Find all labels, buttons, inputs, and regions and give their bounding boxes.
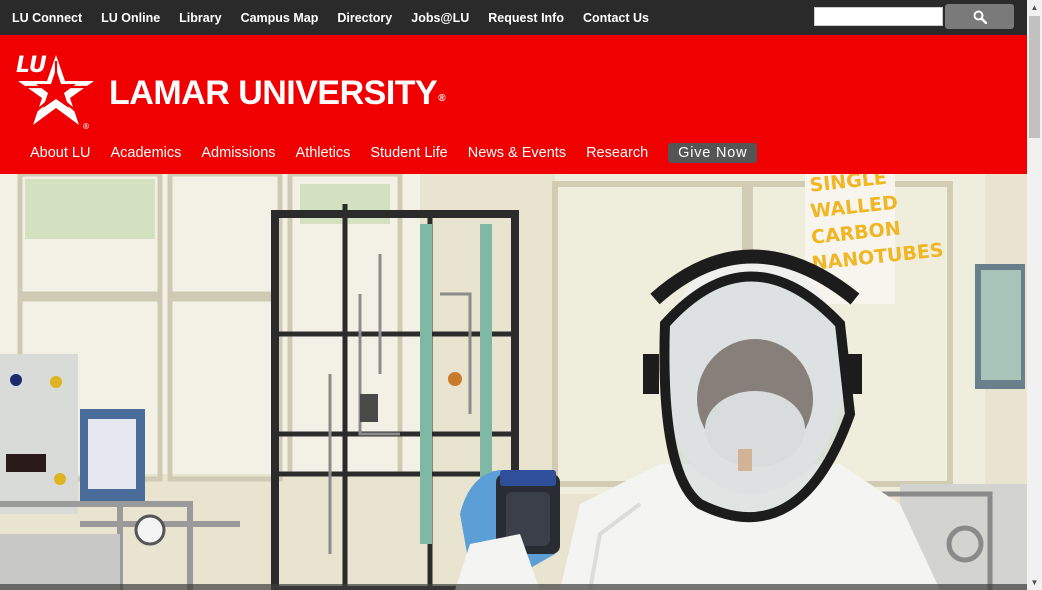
link-jobs[interactable]: Jobs@LU: [411, 11, 469, 25]
nav-research[interactable]: Research: [586, 145, 648, 161]
nav-athletics[interactable]: Athletics: [296, 145, 351, 161]
scroll-down-arrow-icon[interactable]: ▼: [1027, 575, 1042, 590]
vertical-scrollbar[interactable]: ▲ ▼: [1027, 0, 1042, 590]
search-icon: [973, 10, 987, 24]
scroll-thumb[interactable]: [1029, 16, 1040, 138]
scroll-up-arrow-icon[interactable]: ▲: [1027, 0, 1042, 15]
link-contact-us[interactable]: Contact Us: [583, 11, 649, 25]
search-form: [814, 4, 1014, 29]
nav-news-events[interactable]: News & Events: [468, 145, 566, 161]
link-lu-connect[interactable]: LU Connect: [12, 11, 82, 25]
search-button[interactable]: [945, 4, 1014, 29]
site-wordmark[interactable]: LAMAR UNIVERSITY®: [109, 74, 446, 113]
main-nav: About LU Academics Admissions Athletics …: [30, 143, 758, 163]
link-lu-online[interactable]: LU Online: [101, 11, 160, 25]
link-directory[interactable]: Directory: [337, 11, 392, 25]
hero-lab-scene: SINGLE WALLED CARBON NANOTUBES: [0, 174, 1027, 590]
svg-text:®: ®: [82, 122, 90, 131]
utility-links: LU Connect LU Online Library Campus Map …: [0, 11, 668, 25]
hero-image: SINGLE WALLED CARBON NANOTUBES: [0, 174, 1027, 590]
nav-admissions[interactable]: Admissions: [201, 145, 275, 161]
nav-about[interactable]: About LU: [30, 145, 90, 161]
nav-academics[interactable]: Academics: [110, 145, 181, 161]
wordmark-text: LAMAR UNIVERSITY: [109, 74, 438, 112]
svg-text:LU: LU: [16, 53, 47, 78]
site-header: LU ® LAMAR UNIVERSITY® About LU Academic…: [0, 35, 1027, 174]
link-library[interactable]: Library: [179, 11, 221, 25]
registered-mark: ®: [438, 93, 446, 104]
nav-student-life[interactable]: Student Life: [370, 145, 447, 161]
lamar-star-logo-icon[interactable]: LU ®: [12, 51, 100, 131]
give-now-button[interactable]: Give Now: [668, 143, 758, 163]
utility-bar: LU Connect LU Online Library Campus Map …: [0, 0, 1027, 35]
search-input[interactable]: [814, 7, 943, 26]
link-campus-map[interactable]: Campus Map: [241, 11, 319, 25]
link-request-info[interactable]: Request Info: [488, 11, 564, 25]
